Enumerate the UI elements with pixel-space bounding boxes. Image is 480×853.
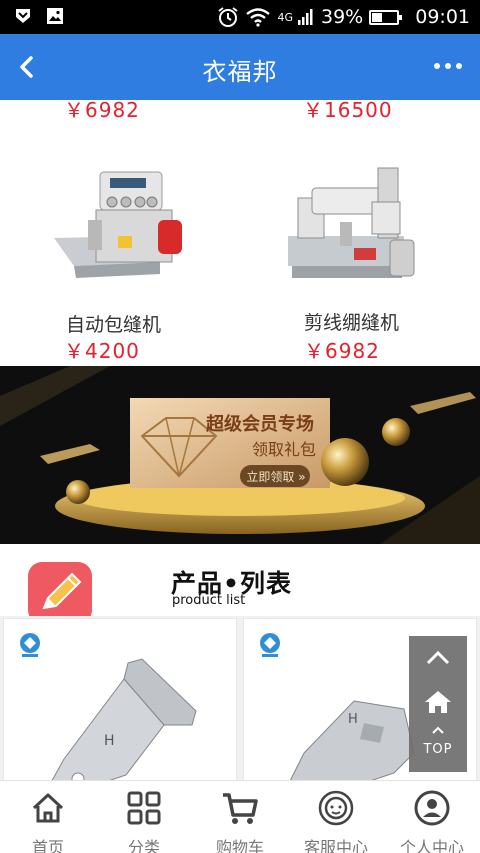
svg-text:H: H: [104, 733, 115, 749]
battery-icon: [369, 9, 403, 25]
claim-button[interactable]: 立即领取 »: [242, 467, 310, 487]
tab-label: 个人中心: [399, 838, 464, 853]
tab-label: 分类: [127, 838, 160, 853]
notification-icon: [16, 9, 30, 23]
product-name[interactable]: 自动包缝机: [66, 310, 161, 337]
image-icon: [47, 8, 63, 24]
brand-logo-icon: [20, 633, 40, 657]
product-price: ￥6982: [304, 339, 380, 363]
floating-nav: TOP: [409, 636, 467, 772]
user-icon: [414, 790, 450, 826]
product-list: H H: [0, 616, 480, 780]
sewing-part-image: H: [51, 658, 197, 780]
banner-headline: 超级会员专场: [206, 414, 314, 435]
status-bar: 4G 39% 09:01: [0, 0, 480, 34]
svg-text:H: H: [348, 712, 358, 727]
alarm-icon: [218, 7, 239, 27]
product-price: ￥4200: [64, 339, 140, 363]
tab-customer-service[interactable]: 客服中心: [288, 781, 384, 853]
banner-graphic: [0, 366, 480, 544]
overlock-machine-image[interactable]: [52, 166, 188, 286]
product-card[interactable]: H: [3, 618, 237, 780]
tab-label: 客服中心: [303, 838, 368, 853]
claim-button-label: 立即领取: [246, 470, 295, 484]
section-subtitle: product list: [172, 593, 246, 608]
product-price: ￥6982: [64, 100, 140, 122]
status-left-icons: [14, 7, 64, 25]
more-dots-icon[interactable]: [434, 56, 462, 76]
cylinder-bed-machine-image[interactable]: [282, 162, 420, 290]
clock: 09:01: [415, 6, 470, 28]
caret-up-icon: [432, 726, 444, 734]
top-label[interactable]: TOP: [409, 742, 467, 757]
product-name[interactable]: 剪线绷缝机: [304, 308, 399, 335]
customer-service-icon: [318, 790, 354, 826]
grid-icon: [127, 791, 161, 825]
tab-cart[interactable]: 购物车: [192, 781, 288, 853]
home-outline-icon: [32, 793, 64, 823]
back-to-top-button[interactable]: [409, 720, 467, 740]
cart-icon: [223, 793, 258, 824]
tab-label: 购物车: [215, 838, 264, 853]
product-price: ￥16500: [303, 100, 393, 122]
page-title: 衣福邦: [202, 58, 278, 86]
home-icon: [425, 691, 451, 713]
cell-signal-icon: [298, 9, 313, 25]
scroll-up-button[interactable]: [409, 638, 467, 678]
brand-logo-icon: [260, 633, 280, 657]
tab-label: 首页: [31, 838, 64, 853]
battery-percent: 39%: [321, 6, 364, 28]
status-right: 4G 39% 09:01: [217, 0, 470, 34]
bottom-tab-bar: 首页 分类 购物车 客服中心 个人中心: [0, 780, 480, 853]
home-button[interactable]: [409, 682, 467, 722]
network-type: 4G: [277, 10, 293, 24]
chevron-up-icon: [426, 650, 450, 665]
product-list-header: 产品•列表 product list: [0, 544, 480, 624]
featured-products: ￥6982 ￥16500 自动包缝机 ￥4200 剪线绷缝机 ￥6982: [0, 100, 480, 366]
banner-subline: 领取礼包: [252, 440, 317, 459]
tab-home[interactable]: 首页: [0, 781, 96, 853]
vip-banner[interactable]: 超级会员专场 领取礼包 立即领取 »: [0, 366, 480, 544]
tab-profile[interactable]: 个人中心: [384, 781, 480, 853]
wifi-icon: [246, 8, 271, 27]
tab-category[interactable]: 分类: [96, 781, 192, 853]
app-header: 衣福邦: [0, 34, 480, 100]
pencil-icon: [28, 562, 92, 624]
